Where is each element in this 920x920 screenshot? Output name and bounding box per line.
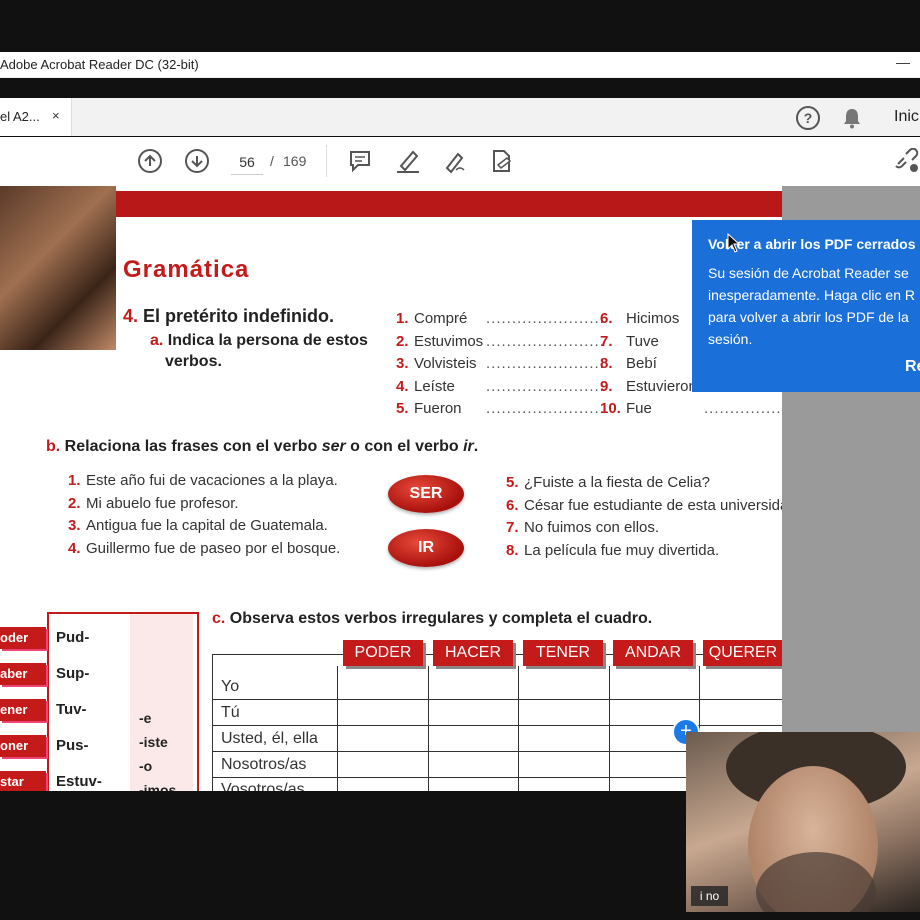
exercise-c-heading: c. Observa estos verbos irregulares y co… — [212, 610, 653, 627]
verb-tag: oder — [0, 627, 46, 649]
section-title: Gramática — [123, 256, 250, 283]
tab-label: el A2... — [0, 109, 40, 124]
reopen-button[interactable]: Re — [905, 358, 920, 376]
help-icon[interactable]: ? — [796, 106, 820, 130]
students-photo — [0, 186, 116, 350]
verb-list-a: 1. Compré....................... 2. Estuvi… — [396, 310, 605, 423]
verb-tag: ener — [0, 699, 46, 721]
ending: -o — [139, 758, 153, 774]
verb-tag: oner — [0, 735, 46, 757]
ser-pill: SER — [388, 475, 464, 513]
list-item: 3. Volvisteis....................... — [396, 355, 605, 372]
ir-pill: IR — [388, 529, 464, 567]
list-item: 1. Este año fui de vacaciones a la playa. — [68, 472, 338, 489]
notification-body: Su sesión de Acrobat Reader se inesperad… — [708, 265, 916, 347]
stem: Tuv- — [56, 701, 87, 718]
participant-video[interactable] — [686, 732, 920, 912]
column-header: HACER — [433, 640, 513, 666]
list-item: 4. Guillermo fue de paseo por el bosque. — [68, 539, 341, 557]
exercise-4a: a. Indica la persona de estos — [150, 332, 368, 350]
comment-icon[interactable] — [348, 149, 372, 178]
stem: Sup- — [56, 665, 90, 682]
sign-icon[interactable] — [442, 148, 468, 179]
column-header: PODER — [343, 640, 423, 666]
mouse-cursor-icon — [727, 232, 741, 258]
sentences-left: 1. Este año fui de vacaciones a la playa.… — [68, 472, 340, 562]
list-item: 10.Fue....................... — [600, 400, 782, 417]
row-label: Usted, él, ella — [221, 730, 318, 747]
list-item: 3. Antigua fue la capital de Guatemala. — [68, 517, 328, 534]
column-header: ANDAR — [613, 640, 693, 666]
column-header: TENER — [523, 640, 603, 666]
table-divider — [518, 666, 519, 791]
exercise-text: Indica la persona de estos — [167, 332, 368, 349]
participant-name: i no — [691, 886, 728, 906]
list-item: 5. ¿Fuiste a la fiesta de Celia? — [506, 474, 710, 491]
window-title: Adobe Acrobat Reader DC (32-bit) — [0, 57, 199, 72]
page-number-input[interactable]: 56 — [231, 150, 263, 175]
table-divider — [609, 666, 610, 791]
verb-tag: aber — [0, 663, 46, 685]
row-label: Vosotros/as — [221, 781, 305, 791]
exercise-number: 4. — [123, 306, 139, 326]
pdf-page[interactable]: Gramática 4. El pretérito indefinido. a.… — [0, 186, 782, 791]
row-label: Nosotros/as — [221, 756, 307, 773]
verb-tag: star — [0, 771, 46, 791]
exercise-4-heading: 4. El pretérito indefinido. — [123, 306, 334, 327]
column-header: QUERER — [703, 640, 782, 666]
list-item: 1. Compré....................... — [396, 310, 605, 327]
highlight-icon[interactable] — [395, 148, 421, 179]
page-separator: / — [270, 153, 274, 169]
sign-in-link[interactable]: Inic — [894, 108, 919, 126]
exercise-b-heading: b. Relaciona las frases con el verbo ser… — [46, 438, 479, 455]
ending: -e — [139, 710, 152, 726]
document-tab[interactable]: el A2... × — [0, 98, 72, 136]
table-divider — [337, 666, 338, 791]
table-divider — [212, 699, 782, 700]
list-item: 7. No fuimos con ellos. — [506, 519, 660, 536]
row-label: Yo — [221, 678, 240, 695]
list-item: 2. Estuvimos....................... — [396, 332, 605, 350]
exercise-letter: a. — [150, 332, 164, 349]
list-item: 2. Mi abuelo fue profesor. — [68, 494, 239, 512]
list-item: 5. Fueron....................... — [396, 400, 605, 417]
sentences-right: 5. ¿Fuiste a la fiesta de Celia? 6. César … — [506, 474, 782, 564]
stem: Estuv- — [56, 773, 102, 790]
exercise-4a-line2: verbos. — [165, 353, 222, 370]
tab-close-icon[interactable]: × — [52, 108, 60, 123]
stem: Pus- — [56, 737, 89, 754]
tab-bar — [0, 98, 920, 136]
next-page-icon[interactable] — [185, 149, 209, 173]
page-total: 169 — [283, 153, 307, 169]
share-link-icon[interactable] — [892, 147, 920, 179]
table-divider — [428, 666, 429, 791]
ending: -iste — [139, 734, 168, 750]
edit-pdf-icon[interactable] — [489, 148, 515, 179]
prev-page-icon[interactable] — [138, 149, 162, 173]
list-item: 4. Leíste....................... — [396, 377, 605, 395]
title-bar: Adobe Acrobat Reader DC (32-bit) — — [0, 52, 920, 78]
bell-icon[interactable] — [842, 107, 862, 134]
ending: -imos — [139, 782, 177, 791]
minimize-button[interactable]: — — [896, 54, 910, 70]
toolbar-divider — [326, 145, 327, 177]
list-item: 6. César fue estudiante de esta universid… — [506, 496, 782, 514]
list-item: 8. La película fue muy divertida. — [506, 541, 720, 559]
stem: Pud- — [56, 629, 90, 646]
row-label: Tú — [221, 704, 240, 721]
exercise-title: El pretérito indefinido. — [143, 306, 335, 326]
red-banner — [116, 191, 782, 217]
